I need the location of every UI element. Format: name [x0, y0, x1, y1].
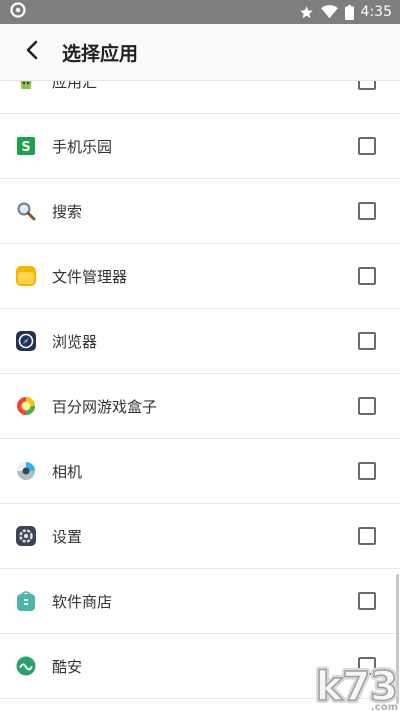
status-bar: 4:35 [0, 0, 400, 24]
app-checkbox[interactable] [358, 202, 376, 220]
app-checkbox[interactable] [358, 527, 376, 545]
list-item[interactable]: 应用汇 [0, 81, 400, 114]
app-label: 应用汇 [52, 81, 98, 91]
list-item[interactable]: S 手机乐园 [0, 114, 400, 179]
app-checkbox[interactable] [358, 592, 376, 610]
app-checkbox[interactable] [358, 81, 376, 90]
wifi-icon [320, 5, 338, 19]
back-arrow-icon [24, 40, 40, 64]
list-item[interactable]: 酷安 [0, 634, 400, 699]
list-item[interactable]: 设置 [0, 504, 400, 569]
app-label: 相机 [52, 462, 83, 481]
settings-icon [16, 526, 36, 546]
app-checkbox[interactable] [358, 397, 376, 415]
app-label: 软件商店 [52, 592, 113, 611]
yingyonghui-icon [16, 81, 36, 91]
app-checkbox[interactable] [358, 657, 376, 675]
coolapk-icon [16, 656, 36, 676]
browser-icon [16, 331, 36, 351]
app-label: 酷安 [52, 657, 83, 676]
back-button[interactable] [0, 24, 64, 81]
app-checkbox[interactable] [358, 267, 376, 285]
app-label: 文件管理器 [52, 267, 128, 286]
software-store-icon [16, 591, 36, 611]
notification-app-icon [10, 2, 26, 22]
status-time: 4:35 [360, 4, 392, 20]
list-item[interactable]: 相机 [0, 439, 400, 504]
app-checkbox[interactable] [358, 137, 376, 155]
app-label: 百分网游戏盒子 [52, 397, 158, 416]
list-item[interactable]: 搜索 [0, 179, 400, 244]
file-manager-icon [16, 266, 36, 286]
app-list[interactable]: 应用汇 S 手机乐园 搜索 文件管理器 浏览器 百分网游戏盒子 相机 设置 软件… [0, 81, 400, 711]
list-item[interactable]: 软件商店 [0, 569, 400, 634]
list-item[interactable]: 文件管理器 [0, 244, 400, 309]
app-label: 搜索 [52, 202, 83, 221]
page-title: 选择应用 [62, 42, 139, 65]
game-box-icon [16, 396, 36, 416]
shoujileyuan-icon: S [16, 136, 36, 156]
star-icon [299, 5, 314, 20]
scrollbar[interactable] [396, 574, 399, 704]
app-label: 设置 [52, 527, 83, 546]
app-label: 浏览器 [52, 332, 98, 351]
camera-icon [16, 461, 36, 481]
app-checkbox[interactable] [358, 462, 376, 480]
battery-icon [344, 4, 354, 20]
list-item[interactable]: 百分网游戏盒子 [0, 374, 400, 439]
app-label: 手机乐园 [52, 137, 113, 156]
search-icon [16, 201, 36, 221]
app-bar: 选择应用 [0, 24, 400, 81]
svg-text:S: S [21, 140, 30, 155]
list-item[interactable]: 浏览器 [0, 309, 400, 374]
app-checkbox[interactable] [358, 332, 376, 350]
